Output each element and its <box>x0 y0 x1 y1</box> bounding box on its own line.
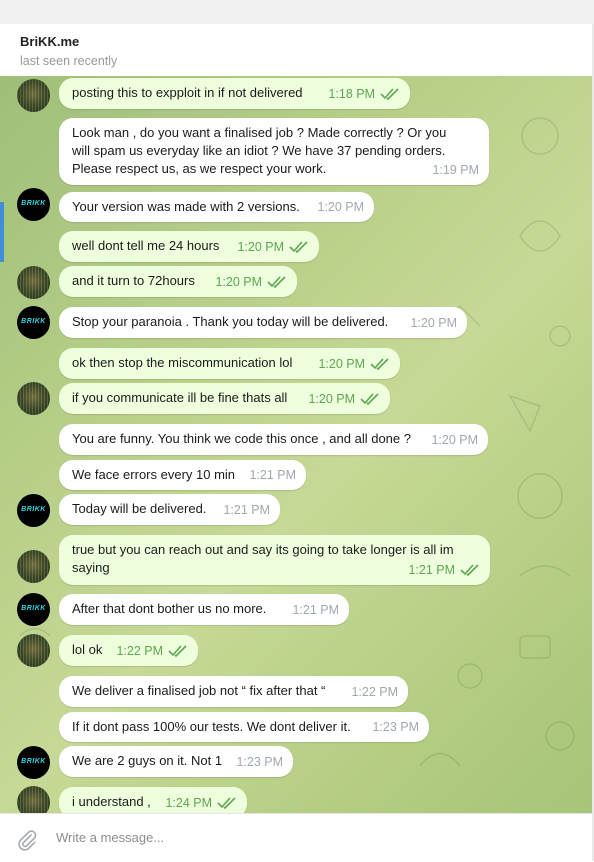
message-text: and it turn to 72hours <box>72 273 195 288</box>
message-text: Your version was made with 2 versions. <box>72 199 300 214</box>
avatar[interactable] <box>17 786 50 813</box>
message-text: true but you can reach out and say its g… <box>72 542 454 575</box>
message-time: 1:20 PM <box>410 316 457 330</box>
double-check-icon <box>460 564 479 576</box>
chat-header[interactable]: BriKK.me last seen recently <box>0 24 594 76</box>
message-text: Stop your paranoia . Thank you today wil… <box>72 314 389 329</box>
message-text: ok then stop the miscommunication lol <box>72 355 293 370</box>
message-bubble[interactable]: posting this to expploit in if not deliv… <box>59 78 410 109</box>
double-check-icon <box>217 797 236 809</box>
message-text: You are funny. You think we code this on… <box>72 431 411 446</box>
message-text: well dont tell me 24 hours <box>72 238 220 253</box>
message-time: 1:20 PM <box>317 200 364 214</box>
message-bubble[interactable]: We face errors every 10 min 1:21 PM <box>59 460 306 490</box>
message-time: 1:23 PM <box>236 755 283 769</box>
message-text: We deliver a finalised job not “ fix aft… <box>72 683 326 698</box>
message-time: 1:21 PM <box>408 563 455 577</box>
avatar[interactable] <box>17 634 50 667</box>
message-bubble[interactable]: true but you can reach out and say its g… <box>59 535 490 585</box>
avatar[interactable]: BRIKK <box>17 746 50 779</box>
message-bubble[interactable]: if you communicate ill be fine thats all… <box>59 383 390 414</box>
chat-title[interactable]: BriKK.me <box>20 34 79 49</box>
avatar-label: BRIKK <box>21 605 46 612</box>
double-check-icon <box>267 276 286 288</box>
message-text: We are 2 guys on it. Not 1 <box>72 753 223 768</box>
paperclip-icon[interactable] <box>16 829 38 851</box>
avatar[interactable]: BRIKK <box>17 593 50 626</box>
message-time: 1:20 PM <box>431 433 478 447</box>
message-bubble[interactable]: You are funny. You think we code this on… <box>59 424 488 455</box>
message-bubble[interactable]: well dont tell me 24 hours 1:20 PM <box>59 231 319 262</box>
double-check-icon <box>380 88 399 100</box>
message-time: 1:21 PM <box>223 503 270 517</box>
double-check-icon <box>289 241 308 253</box>
double-check-icon <box>370 358 389 370</box>
message-time: 1:20 PM <box>237 240 284 254</box>
avatar-label: BRIKK <box>21 506 46 513</box>
avatar[interactable] <box>17 382 50 415</box>
message-bubble[interactable]: Stop your paranoia . Thank you today wil… <box>59 307 467 338</box>
avatar[interactable] <box>17 550 50 583</box>
message-time: 1:21 PM <box>249 468 296 482</box>
message-text: We face errors every 10 min <box>72 467 236 482</box>
message-text: lol ok <box>72 642 103 657</box>
message-time: 1:20 PM <box>318 357 365 371</box>
message-time: 1:24 PM <box>165 796 212 810</box>
avatar-label: BRIKK <box>21 318 46 325</box>
message-time: 1:20 PM <box>308 392 355 406</box>
message-bubble[interactable]: and it turn to 72hours 1:20 PM <box>59 266 297 297</box>
chat-status: last seen recently <box>20 54 118 68</box>
message-bubble[interactable]: Today will be delivered. 1:21 PM <box>59 494 280 525</box>
message-bubble[interactable]: ok then stop the miscommunication lol 1:… <box>59 348 400 379</box>
message-text: After that dont bother us no more. <box>72 601 267 616</box>
message-bubble[interactable]: Look man , do you want a finalised job ?… <box>59 118 489 185</box>
window-top-strip <box>0 0 594 25</box>
message-text: if you communicate ill be fine thats all <box>72 390 288 405</box>
avatar[interactable] <box>17 266 50 299</box>
message-bubble[interactable]: If it dont pass 100% our tests. We dont … <box>59 712 429 742</box>
message-time: 1:19 PM <box>432 163 479 177</box>
avatar[interactable] <box>17 79 50 112</box>
double-check-icon <box>360 393 379 405</box>
scroll-indicator <box>0 202 4 262</box>
message-text: If it dont pass 100% our tests. We dont … <box>72 719 351 734</box>
message-bubble[interactable]: We are 2 guys on it. Not 1 1:23 PM <box>59 746 293 777</box>
avatar[interactable]: BRIKK <box>17 494 50 527</box>
message-text: i understand , <box>72 794 151 809</box>
message-list[interactable]: posting this to expploit in if not deliv… <box>0 76 594 813</box>
message-composer: Write a message... <box>0 813 594 862</box>
message-bubble[interactable]: lol ok 1:22 PM <box>59 635 198 666</box>
message-bubble[interactable]: After that dont bother us no more. 1:21 … <box>59 594 349 625</box>
avatar-label: BRIKK <box>21 200 46 207</box>
avatar[interactable]: BRIKK <box>17 188 50 221</box>
message-bubble[interactable]: Your version was made with 2 versions. 1… <box>59 192 374 222</box>
message-text: Look man , do you want a finalised job ?… <box>72 125 447 176</box>
double-check-icon <box>168 645 187 657</box>
message-bubble[interactable]: We deliver a finalised job not “ fix aft… <box>59 676 408 707</box>
message-time: 1:22 PM <box>351 685 398 699</box>
message-time: 1:21 PM <box>292 603 339 617</box>
avatar[interactable]: BRIKK <box>17 306 50 339</box>
message-time: 1:22 PM <box>116 644 163 658</box>
message-text: Today will be delivered. <box>72 501 207 516</box>
avatar-label: BRIKK <box>21 758 46 765</box>
message-time: 1:18 PM <box>328 87 375 101</box>
message-input[interactable]: Write a message... <box>56 830 164 845</box>
message-time: 1:20 PM <box>215 275 262 289</box>
message-time: 1:23 PM <box>372 720 419 734</box>
message-text: posting this to expploit in if not deliv… <box>72 85 303 100</box>
message-bubble[interactable]: i understand , 1:24 PM <box>59 787 247 813</box>
